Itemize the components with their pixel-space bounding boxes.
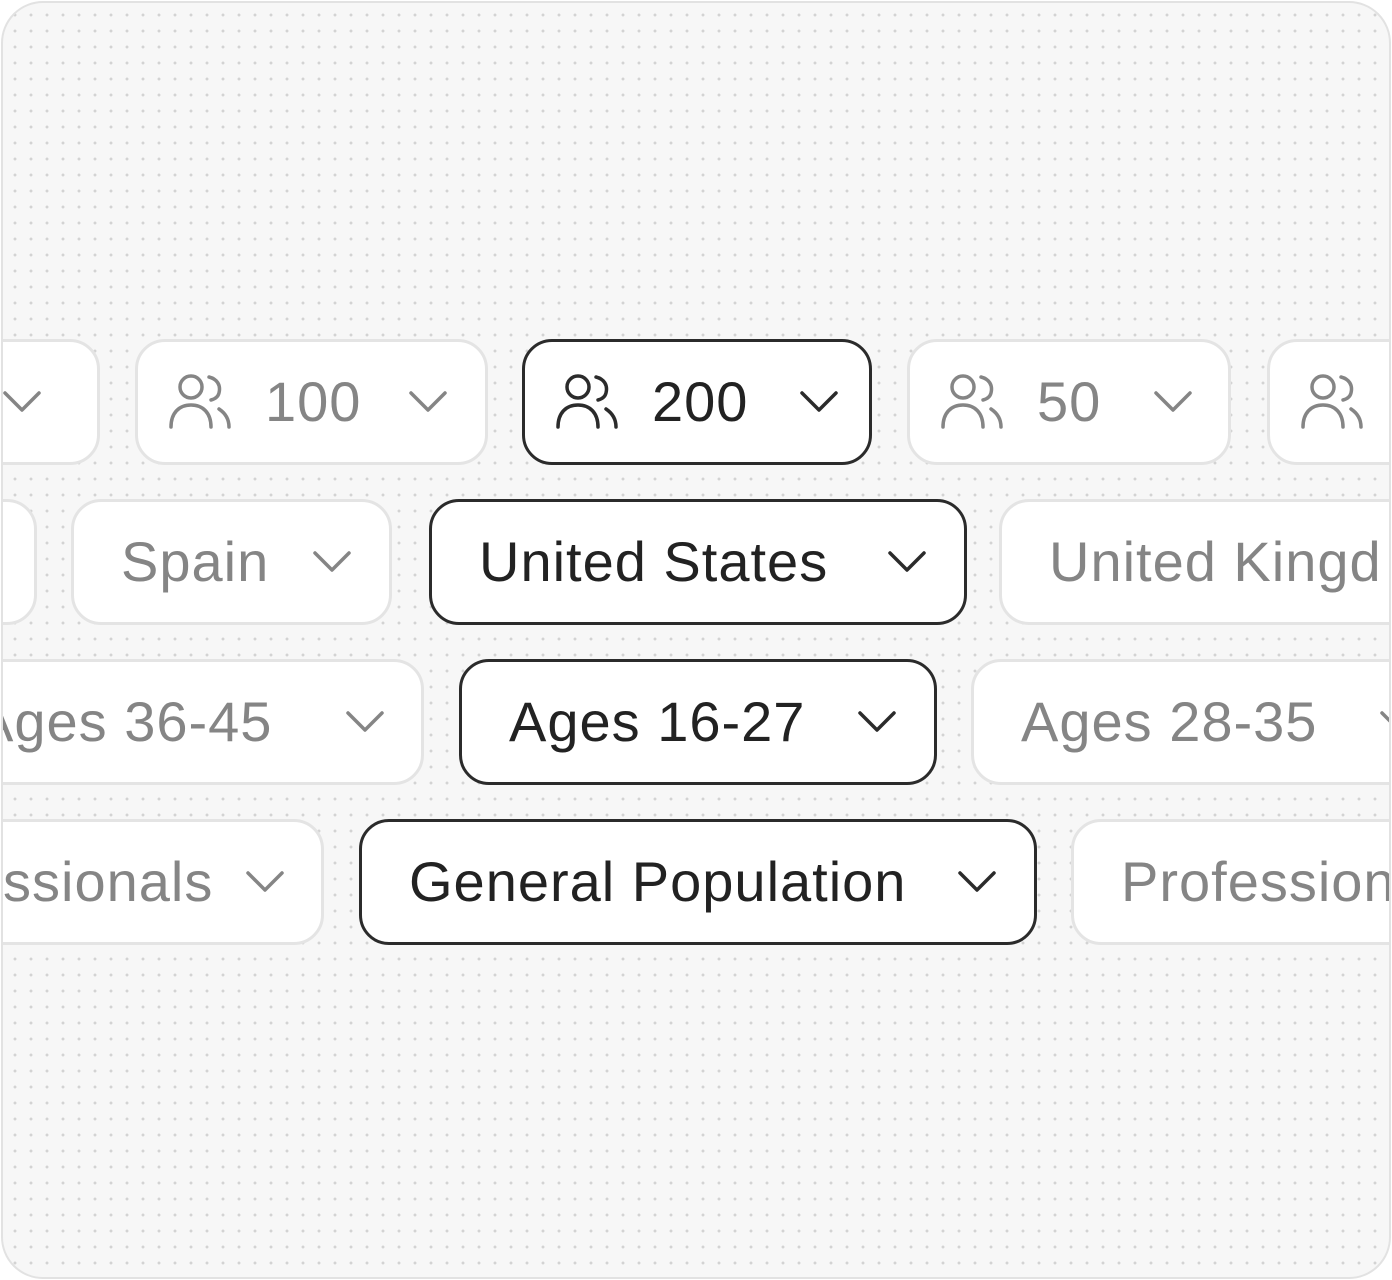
sample-size-label: 200: [652, 370, 749, 433]
chevron-down-icon: [246, 871, 284, 892]
sample-size-option-50[interactable]: 50: [907, 339, 1231, 465]
country-label: Spain: [121, 530, 270, 593]
audience-option-professionals[interactable]: Profession: [1071, 819, 1391, 945]
chevron-down-icon: [858, 711, 896, 732]
age-option-16-27-selected[interactable]: Ages 16-27: [459, 659, 937, 785]
chevron-down-icon: [3, 391, 41, 412]
age-label: Ages 16-27: [509, 690, 806, 753]
chevron-down-icon: [800, 391, 838, 412]
age-option-28-35[interactable]: Ages 28-35: [971, 659, 1389, 785]
audience-label: General Population: [409, 850, 907, 913]
sample-size-label: 100: [265, 370, 362, 433]
sample-size-dropdown-partial-right[interactable]: [1267, 339, 1389, 465]
country-label: United States: [479, 530, 829, 593]
sample-size-label: 50: [1037, 370, 1102, 433]
users-icon: [1301, 374, 1363, 429]
country-label: United Kingd: [1049, 530, 1382, 593]
country-dropdown-partial-left[interactable]: [3, 499, 37, 625]
users-icon: [169, 374, 231, 429]
sample-size-option-100[interactable]: 100: [135, 339, 488, 465]
audience-option-professionals-partial[interactable]: ssionals: [3, 819, 324, 945]
country-option-united-states-selected[interactable]: United States: [429, 499, 967, 625]
country-option-spain[interactable]: Spain: [71, 499, 392, 625]
sample-size-dropdown-partial-left[interactable]: [3, 339, 100, 465]
country-option-united-kingdom[interactable]: United Kingd: [999, 499, 1389, 625]
audience-label: Profession: [1121, 850, 1391, 913]
age-option-36-45[interactable]: Ages 36-45: [1, 659, 424, 785]
audience-selector-canvas: 100 200 50 Spain United States United Ki…: [1, 1, 1391, 1279]
chevron-down-icon: [958, 871, 996, 892]
users-icon: [556, 374, 618, 429]
chevron-down-icon: [1154, 391, 1192, 412]
age-label: Ages 28-35: [1021, 690, 1318, 753]
audience-option-general-population-selected[interactable]: General Population: [359, 819, 1037, 945]
chevron-down-icon: [888, 551, 926, 572]
chevron-down-icon: [409, 391, 447, 412]
chevron-down-icon: [313, 551, 351, 572]
chevron-down-icon: [346, 711, 384, 732]
users-icon: [941, 374, 1003, 429]
sample-size-option-200-selected[interactable]: 200: [522, 339, 872, 465]
chevron-down-icon: [1380, 711, 1389, 723]
age-label: Ages 36-45: [1, 690, 273, 753]
audience-label: ssionals: [3, 850, 214, 913]
